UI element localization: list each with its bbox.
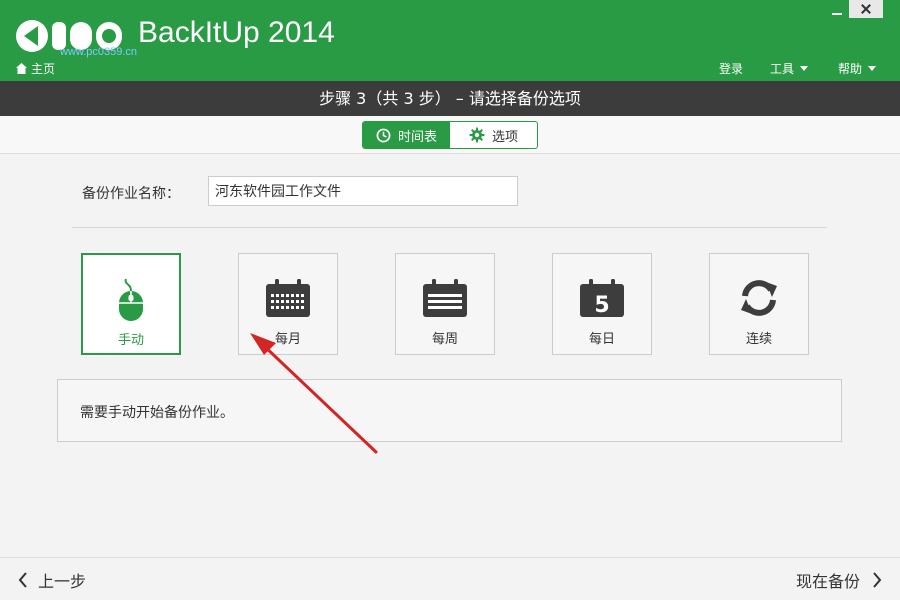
schedule-option-daily[interactable]: 5 每日 <box>552 253 652 355</box>
minimize-button[interactable] <box>826 6 848 20</box>
schedule-option-manual[interactable]: 手动 <box>81 253 181 355</box>
tab-schedule[interactable]: 时间表 <box>363 122 450 148</box>
menu-help-label: 帮助 <box>838 62 863 76</box>
app-title: BackItUp 2014 <box>138 16 335 49</box>
calendar-month-icon <box>266 279 310 317</box>
backup-now-label: 现在备份 <box>795 572 860 591</box>
gear-icon <box>469 127 485 143</box>
tabs-bar: 时间表 选项 <box>0 116 900 154</box>
chevron-left-icon <box>18 572 27 588</box>
schedule-option-label: 每周 <box>431 332 458 347</box>
job-name-input[interactable] <box>208 176 518 206</box>
tab-schedule-label: 时间表 <box>397 129 437 145</box>
schedule-option-weekly[interactable]: 每周 <box>395 253 495 355</box>
home-label: 主页 <box>31 62 56 76</box>
tab-group: 时间表 选项 <box>362 121 538 149</box>
schedule-option-label: 每日 <box>588 332 615 347</box>
backup-now-button[interactable]: 现在备份 <box>796 568 882 592</box>
step-title: 步骤 3（共 3 步） – 请选择备份选项 <box>0 81 900 116</box>
job-name-label: 备份作业名称： <box>82 186 180 202</box>
schedule-option-continuous[interactable]: 连续 <box>709 253 809 355</box>
clock-icon <box>376 128 391 142</box>
home-link[interactable]: 主页 <box>16 60 55 77</box>
schedule-description: 需要手动开始备份作业。 <box>57 379 842 442</box>
schedule-option-label: 每月 <box>274 332 301 347</box>
chevron-down-icon <box>868 66 877 71</box>
title-bar: BackItUp 2014 www.pc0359.cn 主页 登录 工具 帮助 <box>0 0 900 81</box>
watermark-text: www.pc0359.cn <box>60 46 138 58</box>
menu-login[interactable]: 登录 <box>719 60 743 77</box>
menu-tools[interactable]: 工具 <box>770 60 809 77</box>
footer-bar: 上一步 现在备份 <box>0 557 900 600</box>
previous-step-label: 上一步 <box>38 572 87 591</box>
calendar-week-icon <box>423 279 467 317</box>
divider <box>72 227 827 228</box>
chevron-right-icon <box>873 572 882 588</box>
previous-step-button[interactable]: 上一步 <box>18 568 86 592</box>
menu-tools-label: 工具 <box>770 62 795 76</box>
chevron-down-icon <box>800 66 809 71</box>
home-icon <box>16 63 27 74</box>
schedule-option-label: 手动 <box>117 333 144 348</box>
calendar-day-icon: 5 <box>580 279 624 318</box>
menu-help[interactable]: 帮助 <box>838 60 877 77</box>
close-button[interactable] <box>849 0 883 18</box>
mouse-icon <box>119 278 143 321</box>
menu-login-label: 登录 <box>719 62 744 76</box>
refresh-icon <box>741 280 777 316</box>
tab-options-label: 选项 <box>491 129 518 145</box>
calendar-day-number: 5 <box>594 293 609 318</box>
tab-options[interactable]: 选项 <box>450 122 537 148</box>
schedule-option-label: 连续 <box>745 332 772 347</box>
schedule-option-monthly[interactable]: 每月 <box>238 253 338 355</box>
